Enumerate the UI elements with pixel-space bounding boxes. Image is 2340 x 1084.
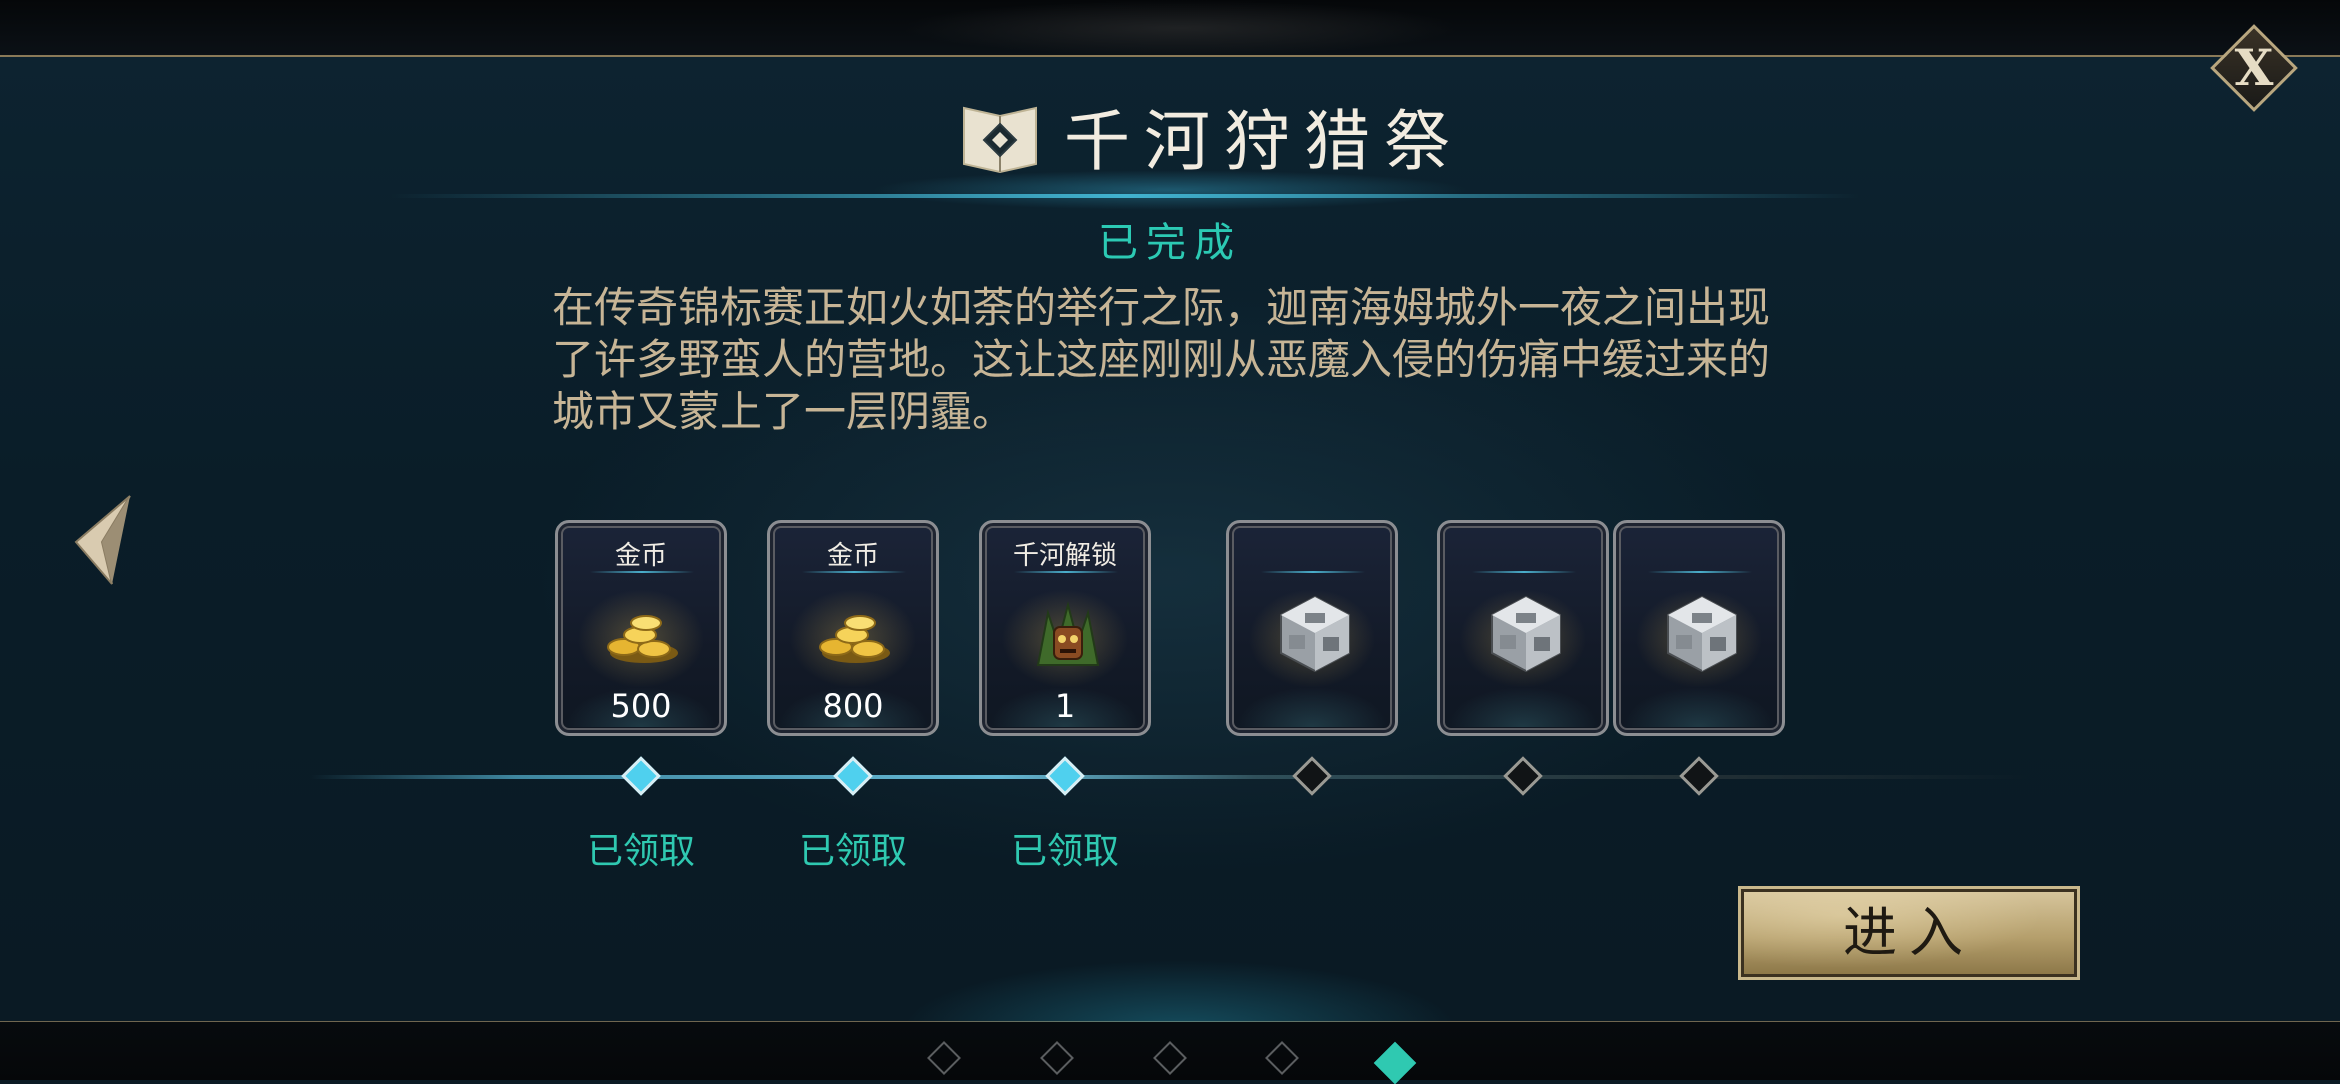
enter-button[interactable]: 进入 [1738,886,2080,980]
claimed-status: 已领取 [1010,831,1119,872]
reward-label-underline [1261,571,1365,573]
reward-amount: 1 [1054,687,1076,725]
top-bar [0,0,2340,56]
silver-cube-icon [1667,595,1737,673]
reward-label-underline [1472,571,1576,573]
previous-arrow-icon[interactable] [72,492,132,588]
reward-amount: 800 [822,687,884,725]
gold-coins-icon [607,615,678,663]
reward-label-underline [590,571,694,573]
reward-label-underline [802,571,906,573]
reward-card-base [1446,687,1600,727]
reward-card-base [1235,687,1389,727]
top-bar-ghost-title [900,0,1460,56]
reward-label: 金币 [614,541,667,571]
bottom-glow [900,960,1460,1030]
claimed-status: 已领取 [586,831,695,872]
reward-label: 千河解锁 [1012,541,1117,571]
reward-label: 金币 [826,541,879,571]
reward-card[interactable] [1613,520,1785,736]
title-row: 千河狩猎祭 [960,96,1464,180]
reward-label-underline [1014,571,1118,573]
reward-card[interactable]: 金币 800 [767,520,939,736]
reward-card[interactable]: 千河解锁 1 [979,520,1151,736]
reward-amount: 500 [610,687,672,725]
close-button[interactable]: X [2206,20,2302,116]
reward-card-base [1622,687,1776,727]
reward-card[interactable] [1437,520,1609,736]
silver-cube-icon [1491,595,1561,673]
close-icon: X [2234,38,2274,97]
claimed-status: 已领取 [798,831,907,872]
reward-card[interactable] [1226,520,1398,736]
gold-coins-icon [819,615,890,663]
event-status: 已完成 [1098,220,1242,266]
silver-cube-icon [1280,595,1350,673]
book-icon [963,106,1037,174]
tribal-totem-icon [1036,601,1100,666]
reward-card[interactable]: 金币 500 [555,520,727,736]
event-description: 在传奇锦标赛正如火如荼的举行之际，迦南海姆城外一夜之间出现了许多野蛮人的营地。这… [552,283,1771,436]
enter-button-label: 进入 [1843,901,1975,964]
progress-track [310,775,2030,779]
title-divider [390,194,1860,198]
event-title: 千河狩猎祭 [1064,103,1464,180]
reward-label-underline [1648,571,1752,573]
